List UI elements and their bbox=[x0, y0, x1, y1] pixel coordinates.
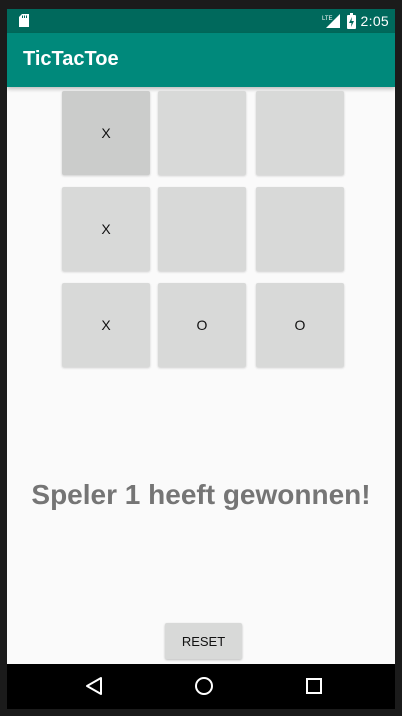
board-cell-6[interactable] bbox=[256, 187, 344, 271]
result-message: Speler 1 heeft gewonnen! bbox=[31, 479, 371, 510]
status-bar: LTE 2:05 bbox=[7, 9, 395, 33]
recents-icon[interactable] bbox=[301, 673, 327, 699]
reset-button[interactable]: RESET bbox=[165, 623, 242, 659]
board-cell-8[interactable]: O bbox=[158, 283, 246, 367]
board-cell-4[interactable]: X bbox=[62, 187, 150, 271]
back-icon[interactable] bbox=[81, 673, 107, 699]
signal-icon: LTE bbox=[322, 14, 340, 28]
status-time: 2:05 bbox=[360, 13, 389, 29]
board-cell-5[interactable] bbox=[158, 187, 246, 271]
app-title: TicTacToe bbox=[23, 48, 119, 70]
board-cell-9[interactable]: O bbox=[256, 283, 344, 367]
navigation-bar bbox=[7, 664, 395, 709]
board-cell-3[interactable] bbox=[256, 91, 344, 175]
device-frame: LTE 2:05 TicTacToe X X X O O Speler 1 he… bbox=[0, 0, 402, 716]
network-label: LTE bbox=[322, 16, 333, 22]
board-cell-2[interactable] bbox=[158, 91, 246, 175]
battery-charging-icon bbox=[346, 13, 356, 29]
board-cell-1[interactable]: X bbox=[62, 91, 150, 175]
screen: LTE 2:05 TicTacToe X X X O O Speler 1 he… bbox=[7, 9, 395, 709]
home-icon[interactable] bbox=[191, 673, 217, 699]
app-bar: TicTacToe bbox=[7, 33, 395, 87]
board-cell-7[interactable]: X bbox=[62, 283, 150, 367]
sd-card-icon bbox=[19, 14, 29, 27]
